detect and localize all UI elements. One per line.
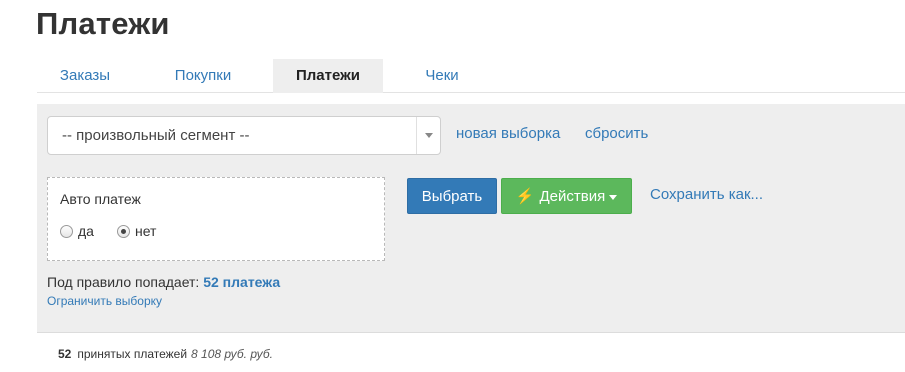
- tab-receipts[interactable]: Чеки: [407, 59, 477, 93]
- page-title: Платежи: [36, 6, 170, 41]
- summary-amount: 8 108 руб. руб.: [191, 347, 273, 361]
- auto-payment-filter: Авто платеж да нет: [47, 177, 385, 261]
- actions-button-label: Действия: [539, 188, 606, 205]
- chevron-down-icon[interactable]: [416, 117, 440, 154]
- radio-no-circle[interactable]: [117, 224, 130, 238]
- tab-purchases[interactable]: Покупки: [155, 59, 251, 93]
- summary-label: принятых платежей: [77, 347, 188, 361]
- radio-no-label: нет: [135, 223, 157, 239]
- rule-summary: Под правило попадает: 52 платежа: [47, 274, 280, 290]
- segment-select-value: -- произвольный сегмент --: [62, 127, 250, 144]
- tab-bar: Заказы Покупки Платежи Чеки: [37, 59, 905, 93]
- rule-prefix: Под правило попадает:: [47, 274, 200, 290]
- summary-count: 52: [58, 347, 72, 361]
- actions-button[interactable]: ⚡ Действия: [501, 178, 632, 214]
- radio-no[interactable]: нет: [117, 222, 156, 240]
- segment-select[interactable]: -- произвольный сегмент --: [47, 116, 441, 155]
- limit-selection-link[interactable]: Ограничить выборку: [47, 294, 162, 308]
- tab-payments[interactable]: Платежи: [273, 59, 383, 93]
- radio-yes-label: да: [78, 223, 94, 239]
- radio-yes[interactable]: да: [60, 222, 94, 240]
- filter-panel: -- произвольный сегмент -- новая выборка…: [37, 104, 905, 333]
- reset-link[interactable]: сбросить: [585, 125, 648, 142]
- tab-orders[interactable]: Заказы: [37, 59, 133, 93]
- payments-summary: 52 принятых платежей 8 108 руб. руб.: [58, 347, 273, 361]
- filter-title: Авто платеж: [60, 191, 141, 207]
- new-selection-link[interactable]: новая выборка: [456, 125, 560, 142]
- radio-yes-circle[interactable]: [60, 224, 73, 238]
- bolt-icon: ⚡: [515, 188, 535, 205]
- caret-down-icon: [609, 194, 618, 200]
- select-button[interactable]: Выбрать: [407, 178, 497, 214]
- save-as-link[interactable]: Сохранить как...: [650, 186, 763, 203]
- rule-count-link[interactable]: 52 платежа: [203, 274, 280, 290]
